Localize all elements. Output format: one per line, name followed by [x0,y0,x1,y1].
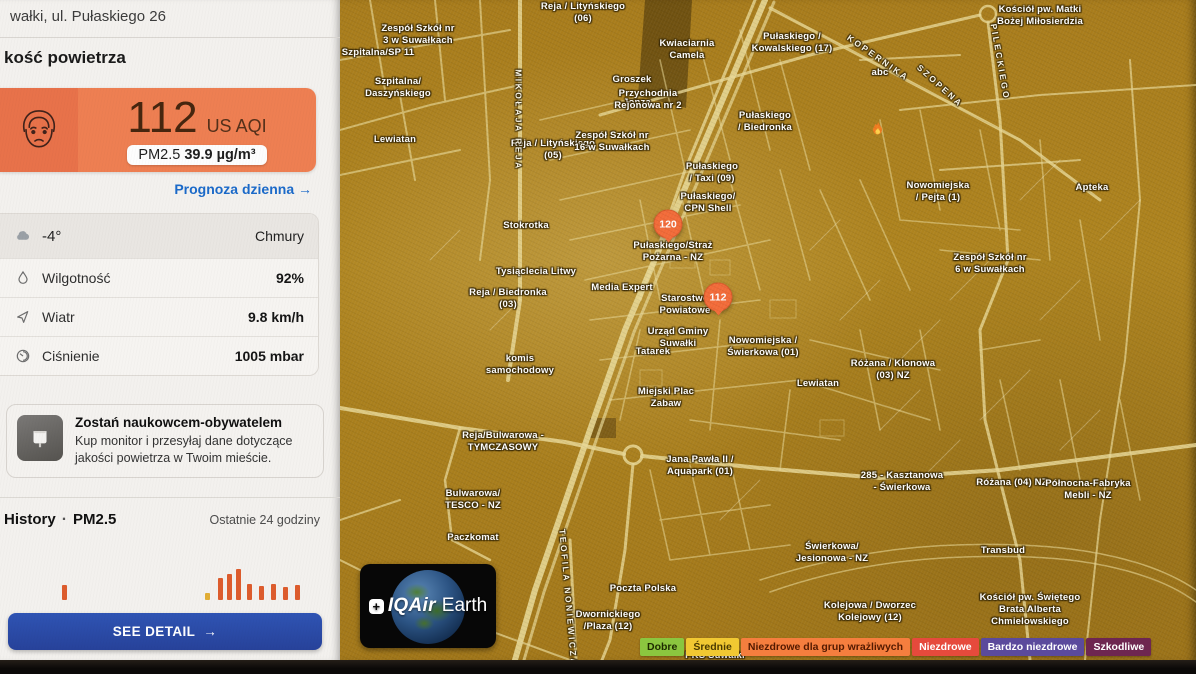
wind-icon [14,309,32,325]
history-bar [271,584,276,600]
air-quality-map[interactable]: Zespół Szkół nr 3 w SuwałkachSzpitalna/S… [340,0,1196,660]
history-bar [227,574,232,600]
history-chart [0,560,340,600]
air-monitor-icon [17,415,63,461]
brand-name: IQAir [388,595,436,617]
arrow-right-icon: → [298,181,312,197]
history-range-label: Ostatnie 24 godziny [210,513,321,527]
history-header: History · PM2.5 Ostatnie 24 godziny [4,511,320,529]
history-bar [259,586,264,600]
sidebar-panel: wałki, ul. Pułaskiego 26 kość powietrza [0,0,340,660]
aqi-face-panel [0,88,78,172]
history-bar [218,578,223,600]
marker-tail [663,237,673,243]
arrow-right-icon: → [203,624,217,639]
weather-metric-label: Wilgotność [42,270,110,286]
iqair-logo-icon: + [369,599,384,614]
weather-metric-label: Wiatr [42,309,75,325]
weather-row: Ciśnienie 1005 mbar [0,336,318,375]
pollutant-value: 39.9 µg/m³ [184,147,255,163]
iqair-screen: wałki, ul. Pułaskiego 26 kość powietrza [0,0,1196,674]
legend-chip: Niezdrowe [912,638,979,656]
air-quality-section-title: kość powietrza [4,48,126,68]
pressure-icon [14,348,32,364]
screen-bezel [0,660,1196,674]
weather-row: Wilgotność 92% [0,258,318,297]
iqair-earth-logo[interactable]: + IQAir Earth [360,564,496,648]
humidity-icon [14,270,32,286]
history-title: History [4,511,56,528]
pm25-pill: PM2.539.9 µg/m³ [127,145,266,165]
aqi-value: 112 [127,96,197,140]
weather-metric-label: Ciśnienie [42,348,100,364]
aqi-station-marker[interactable]: 120 [654,210,683,239]
legend-chip: Średnie [686,638,739,656]
weather-metric-value: 92% [276,270,304,286]
citizen-scientist-card[interactable]: Zostań naukowcem-obywatelem Kup monitor … [6,404,324,478]
citizen-card-text: Zostań naukowcem-obywatelem Kup monitor … [75,415,313,467]
iqair-earth-wordmark: + IQAir Earth [369,595,487,617]
product-name: Earth [442,595,487,617]
citizen-card-body: Kup monitor i przesyłaj dane dotyczące j… [75,433,313,467]
marker-aqi-value: 112 [710,291,727,303]
dot-separator: · [62,511,67,529]
weather-now-row: -4° Chmury [0,214,318,258]
history-pollutant: PM2.5 [73,511,116,528]
sad-face-icon [13,102,65,159]
aqi-body: 112 US AQI PM2.539.9 µg/m³ [78,88,316,172]
legend-chip: Bardzo niezdrowe [981,638,1085,656]
weather-rows: Wilgotność 92% Wiatr 9.8 km/h Ciśnienie 1005 … [0,258,318,375]
legend-chip: Dobre [640,638,684,656]
weather-metric-value: 9.8 km/h [248,309,304,325]
aqi-card: 112 US AQI PM2.539.9 µg/m³ [0,88,316,172]
legend-chip: Niezdrowe dla grup wrażliwych [741,638,910,656]
weather-metric-value: 1005 mbar [235,348,304,364]
temperature-value: -4° [42,228,61,245]
map-legend: DobreŚrednieNiezdrowe dla grup wrażliwyc… [640,638,1151,656]
pollutant-label: PM2.5 [138,147,180,163]
see-detail-button[interactable]: SEE DETAIL → [8,613,322,650]
marker-aqi-value: 120 [659,218,677,230]
history-bar [283,587,288,600]
aqi-scale-label: US AQI [207,116,267,137]
history-bar [236,569,241,600]
divider [0,497,340,498]
station-address: wałki, ul. Pułaskiego 26 [10,8,166,25]
weather-condition: Chmury [255,228,304,244]
divider [0,37,340,38]
history-bar [295,585,300,600]
aqi-station-marker[interactable]: 112 [704,283,733,312]
map-markers: 120 112 [340,0,1196,660]
history-bar [247,584,252,600]
cloud-icon [14,227,32,245]
legend-chip: Szkodliwe [1086,638,1151,656]
citizen-card-title: Zostań naukowcem-obywatelem [75,415,313,430]
history-bar [62,585,67,600]
weather-card: -4° Chmury Wilgotność 92% Wiatr 9.8 km/h Ciś… [0,213,319,376]
history-bar [205,593,210,600]
weather-row: Wiatr 9.8 km/h [0,297,318,336]
marker-tail [713,310,723,316]
daily-forecast-link[interactable]: Prognoza dzienna → [174,181,312,197]
